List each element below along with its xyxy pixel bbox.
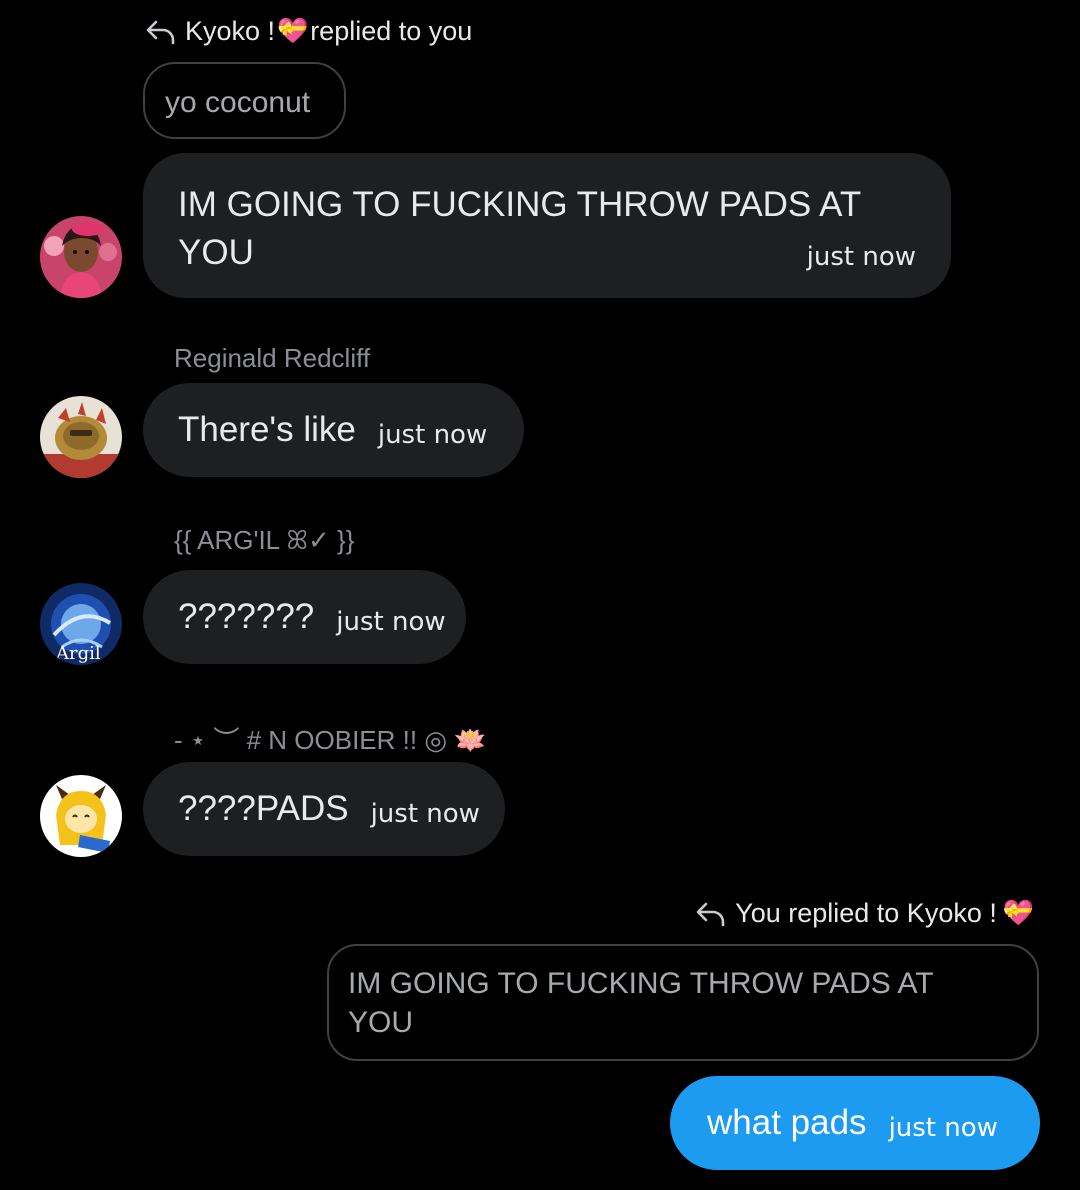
quoted-text-line-2: YOU — [348, 1006, 414, 1039]
message-timestamp: just now — [336, 607, 446, 637]
message-bubble[interactable]: There's like just now — [143, 383, 524, 477]
message-text: ????PADS — [178, 789, 349, 828]
sender-name[interactable]: Reginald Redcliff — [174, 343, 370, 374]
avatar[interactable] — [40, 396, 122, 478]
replied-prefix: You replied to Kyoko ! — [735, 898, 997, 928]
message-bubble[interactable]: IM GOING TO FUCKING THROW PADS AT YOU ju… — [143, 153, 951, 298]
quoted-message[interactable]: IM GOING TO FUCKING THROW PADS AT YOU — [327, 944, 1039, 1061]
message-timestamp: just now — [806, 242, 916, 272]
quoted-text-line-1: IM GOING TO FUCKING THROW PADS AT — [348, 967, 934, 1000]
avatar-kyoko-icon — [40, 216, 122, 298]
message-bubble[interactable]: ??????? just now — [143, 570, 466, 664]
avatar-reginald-icon — [40, 396, 122, 478]
replied-to-name: Kyoko ! — [185, 16, 276, 46]
message-text-line-1: IM GOING TO FUCKING THROW PADS AT — [178, 185, 862, 224]
avatar-argil-icon: Argil — [40, 583, 122, 665]
message-text: There's like — [178, 410, 356, 449]
avatar[interactable]: Argil — [40, 583, 122, 665]
avatar[interactable] — [40, 775, 122, 857]
message-timestamp: just now — [370, 799, 480, 829]
sender-name[interactable]: {{ ARG'IL ꕤ✓ }} — [174, 525, 354, 557]
message-text: what pads — [707, 1103, 867, 1142]
replied-suffix: replied to you — [310, 16, 473, 46]
message-text: ??????? — [178, 597, 315, 636]
message-text-line-2: YOU — [178, 233, 254, 272]
quoted-message[interactable]: yo coconut — [143, 62, 346, 139]
message-timestamp: just now — [888, 1113, 998, 1143]
reply-indicator: You replied to Kyoko ! 💝 — [695, 898, 1036, 929]
my-message-bubble[interactable]: what pads just now — [670, 1076, 1040, 1170]
svg-text:Argil: Argil — [55, 643, 101, 664]
quoted-text: yo coconut — [165, 86, 311, 119]
heart-gift-emoji: 💝 — [1002, 899, 1034, 927]
reply-arrow-icon — [696, 902, 725, 926]
reply-arrow-icon — [146, 20, 175, 44]
message-timestamp: just now — [377, 420, 488, 450]
heart-gift-emoji: 💝 — [277, 17, 309, 45]
avatar[interactable] — [40, 216, 122, 298]
sender-name[interactable]: - ⋆ ︶ # N OOBIER !! ◎ 🪷 — [174, 720, 487, 757]
reply-indicator: Kyoko ! 💝 replied to you — [145, 16, 472, 47]
avatar-noobier-icon — [40, 775, 122, 857]
message-bubble[interactable]: ????PADS just now — [143, 762, 505, 856]
